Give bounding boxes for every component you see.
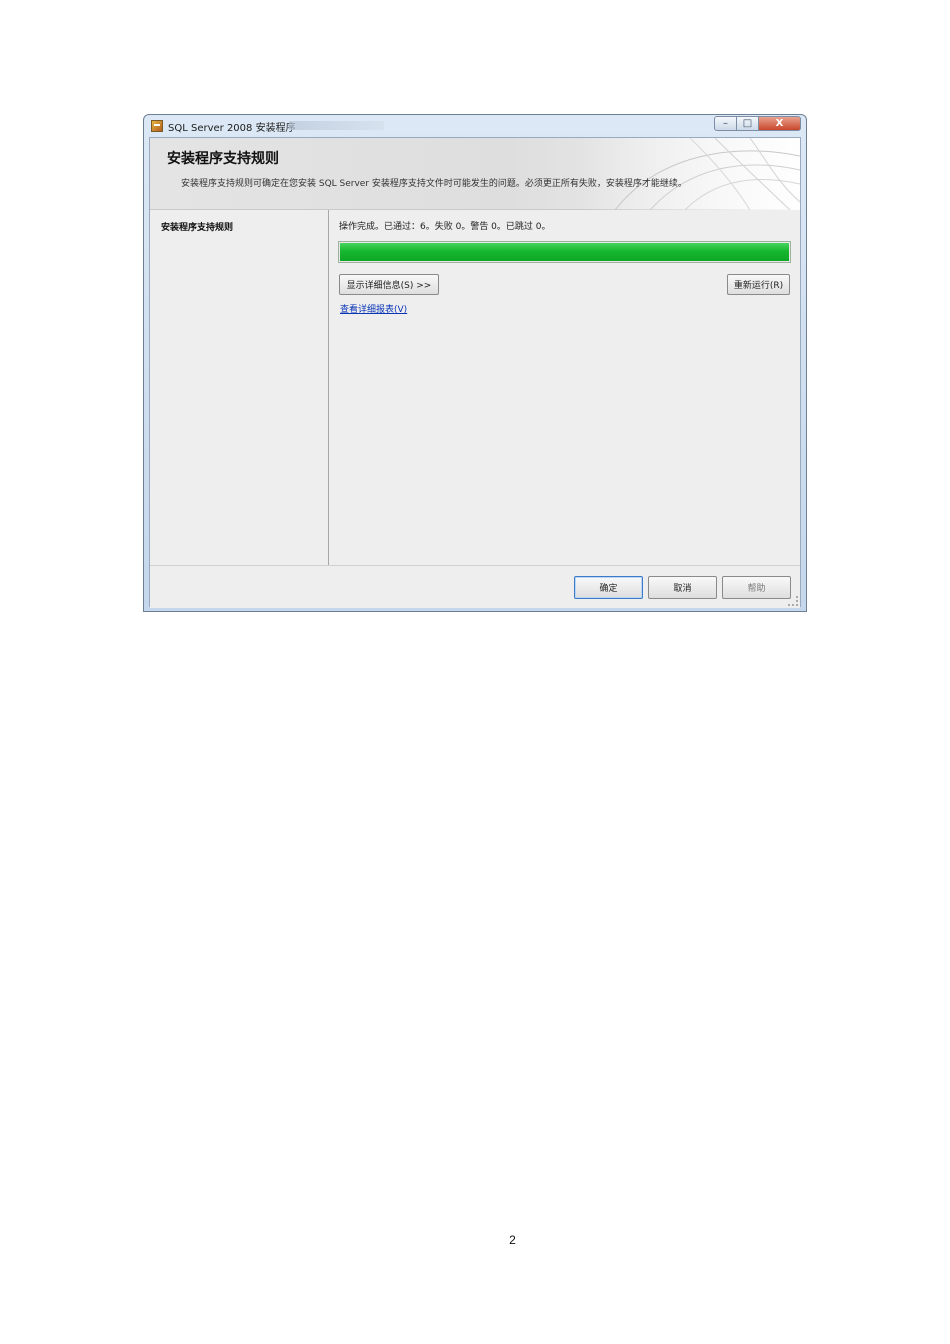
window-title: SQL Server 2008 安装程序: [168, 123, 296, 134]
page-description: 安装程序支持规则可确定在您安装 SQL Server 安装程序支持文件时可能发生…: [181, 179, 687, 189]
window-titlebar[interactable]: SQL Server 2008 安装程序 – □ X: [144, 115, 806, 137]
sidebar-item-setup-support-rules[interactable]: 安装程序支持规则: [161, 220, 233, 233]
rerun-button[interactable]: 重新运行(R): [727, 274, 790, 295]
progress-bar: [338, 241, 791, 263]
maximize-icon[interactable]: □: [737, 116, 759, 131]
main-panel: 操作完成。已通过：6。失败 0。警告 0。已跳过 0。 显示详细信息(S) >>…: [329, 210, 800, 565]
document-page-number: 2: [509, 1233, 516, 1247]
wizard-header: 安装程序支持规则 安装程序支持规则可确定在您安装 SQL Server 安装程序…: [150, 138, 800, 210]
page-title: 安装程序支持规则: [167, 151, 279, 167]
cancel-button[interactable]: 取消: [648, 576, 717, 599]
show-details-button[interactable]: 显示详细信息(S) >>: [339, 274, 439, 295]
decorative-globe-art: [580, 138, 800, 210]
wizard-footer: 确定 取消 帮助: [150, 565, 800, 608]
help-button[interactable]: 帮助: [722, 576, 791, 599]
sql-server-setup-icon: [151, 120, 163, 132]
close-icon[interactable]: X: [759, 116, 801, 131]
window-controls: – □ X: [714, 116, 801, 131]
operation-status: 操作完成。已通过：6。失败 0。警告 0。已跳过 0。: [339, 222, 551, 232]
ok-button[interactable]: 确定: [574, 576, 643, 599]
wizard-client-area: 安装程序支持规则 安装程序支持规则可确定在您安装 SQL Server 安装程序…: [149, 137, 801, 608]
setup-window: SQL Server 2008 安装程序 – □ X 安装程序支持规则 安装程序…: [143, 114, 807, 612]
progress-fill: [340, 243, 789, 261]
resize-grip-icon[interactable]: [788, 596, 798, 606]
wizard-steps-sidebar: 安装程序支持规则: [150, 210, 329, 565]
blurred-title-text: [289, 121, 384, 130]
view-detailed-report-link[interactable]: 查看详细报表(V): [340, 302, 407, 315]
minimize-icon[interactable]: –: [714, 116, 737, 131]
